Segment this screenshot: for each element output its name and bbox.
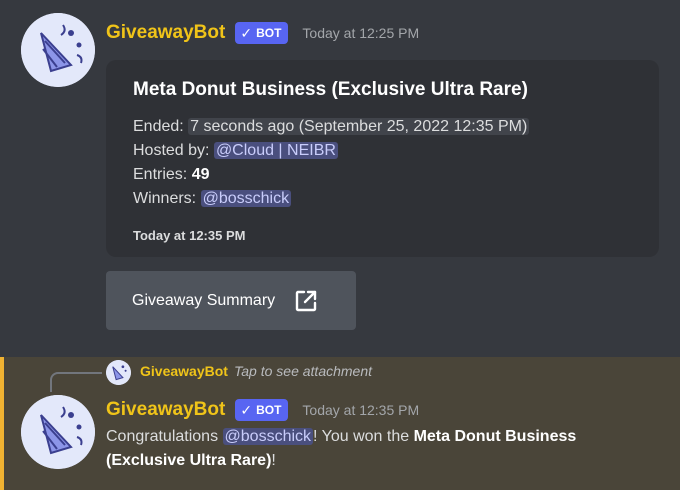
content-prefix: Congratulations (106, 428, 219, 445)
entries-count: 49 (191, 166, 210, 183)
message-content-line-2: (Exclusive Ultra Rare)! (106, 452, 276, 470)
embed-footer-timestamp: Today at 12:35 PM (133, 228, 246, 243)
hosted-line: Hosted by: @Cloud | NEIBR (133, 142, 338, 160)
party-popper-icon (21, 13, 95, 87)
giveaway-summary-label: Giveaway Summary (132, 291, 276, 309)
message-timestamp: Today at 12:25 PM (302, 25, 420, 41)
content-middle: ! You won the (313, 428, 410, 445)
entries-label: Entries: (133, 166, 188, 183)
winner-mention[interactable]: @bosschick (222, 428, 314, 445)
winners-label: Winners: (133, 190, 197, 207)
message-congratulations: GiveawayBot Tap to see attachment Giveaw… (0, 357, 680, 490)
content-suffix: ! (271, 452, 276, 469)
mention-highlight-bar (0, 357, 4, 490)
bot-tag-label: BOT (256, 26, 282, 40)
bot-tag: ✓ BOT (235, 399, 289, 421)
checkmark-icon: ✓ (240, 401, 253, 418)
party-popper-icon (106, 360, 131, 385)
reply-username[interactable]: GiveawayBot (140, 363, 228, 379)
bot-avatar[interactable] (21, 13, 95, 87)
embed-title: Meta Donut Business (Exclusive Ultra Rar… (133, 79, 528, 100)
winner-mention[interactable]: @bosschick (200, 190, 292, 207)
message-timestamp: Today at 12:35 PM (302, 402, 420, 418)
winners-line: Winners: @bosschick (133, 190, 292, 208)
prize-name-line-1: Meta Donut Business (413, 428, 577, 445)
party-popper-icon (21, 395, 95, 469)
username[interactable]: GiveawayBot (106, 399, 225, 421)
prize-name-line-2: (Exclusive Ultra Rare) (106, 452, 272, 469)
checkmark-icon: ✓ (240, 24, 253, 41)
giveaway-summary-button[interactable]: Giveaway Summary (106, 271, 356, 330)
username[interactable]: GiveawayBot (106, 22, 225, 44)
hosted-label: Hosted by: (133, 142, 210, 159)
entries-line: Entries: 49 (133, 166, 210, 184)
reply-avatar[interactable] (106, 360, 131, 385)
bot-tag: ✓ BOT (235, 22, 289, 44)
host-mention[interactable]: @Cloud | NEIBR (213, 142, 338, 159)
external-link-icon (293, 288, 319, 314)
bot-tag-label: BOT (256, 403, 282, 417)
ended-line: Ended: 7 seconds ago (September 25, 2022… (133, 118, 530, 136)
reply-preview-text[interactable]: Tap to see attachment (234, 363, 372, 379)
ended-relative-time[interactable]: 7 seconds ago (September 25, 2022 12:35 … (188, 118, 530, 135)
message-header: GiveawayBot ✓ BOT Today at 12:25 PM (106, 22, 419, 44)
ended-label: Ended: (133, 118, 184, 135)
message-header: GiveawayBot ✓ BOT Today at 12:35 PM (106, 399, 419, 421)
message-giveaway-ended: GiveawayBot ✓ BOT Today at 12:25 PM Meta… (0, 0, 680, 340)
reply-connector (50, 372, 102, 392)
bot-avatar[interactable] (21, 395, 95, 469)
message-content-line-1: Congratulations @bosschick! You won the … (106, 428, 576, 446)
giveaway-embed: Meta Donut Business (Exclusive Ultra Rar… (106, 60, 659, 257)
